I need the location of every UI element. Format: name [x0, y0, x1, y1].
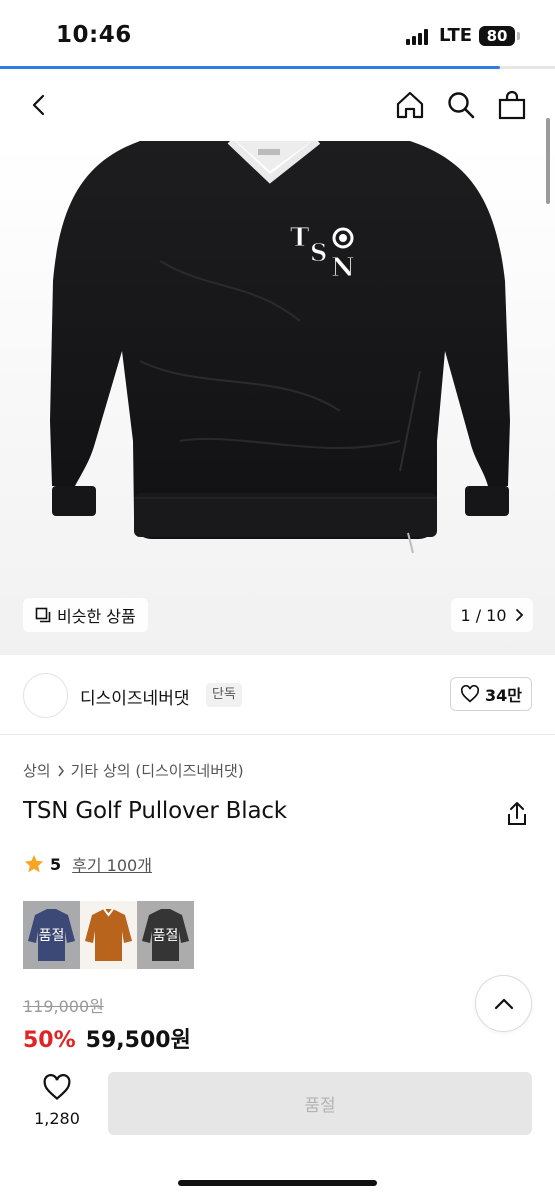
reviews-link[interactable]: 후기 100개 [72, 852, 152, 876]
product-image-carousel[interactable]: T S N 비슷한 상품 1 / 10 [0, 141, 555, 655]
seller-row[interactable]: 디스이즈네버댓 단독 34만 [0, 656, 555, 734]
exclusive-badge: 단독 [206, 683, 242, 707]
chevron-right-icon [515, 609, 523, 621]
price-row: 50% 59,500원 [23, 1022, 191, 1054]
battery-icon: 80 [479, 26, 520, 46]
svg-text:T: T [290, 223, 310, 253]
color-option-black[interactable]: 품절 [137, 901, 194, 969]
avatar[interactable] [23, 673, 68, 718]
top-navigation [0, 69, 555, 141]
image-counter-button[interactable]: 1 / 10 [451, 598, 533, 632]
home-icon[interactable] [390, 85, 430, 125]
heart-icon [460, 685, 480, 703]
cellular-signal-icon [406, 29, 430, 45]
discount-rate: 50% [23, 1028, 76, 1053]
seller-name[interactable]: 디스이즈네버댓 [80, 684, 189, 709]
breadcrumb: 상의 기타 상의 (디스이즈네버댓) [23, 760, 244, 781]
share-icon[interactable] [503, 800, 531, 828]
svg-text:N: N [331, 253, 355, 283]
network-type: LTE [439, 25, 473, 46]
home-indicator [178, 1180, 377, 1186]
buy-button-sold-out[interactable]: 품절 [108, 1072, 532, 1135]
svg-text:S: S [310, 238, 327, 267]
sold-out-label: 품절 [137, 901, 194, 969]
color-option-navy[interactable]: 품절 [23, 901, 80, 969]
product-title: TSN Golf Pullover Black [23, 798, 287, 824]
color-option-brown[interactable] [80, 901, 137, 969]
product-photo-pullover: T S N [50, 141, 510, 554]
scroll-to-top-button[interactable] [475, 975, 532, 1032]
breadcrumb-category[interactable]: 상의 [23, 760, 51, 781]
rating-row: 5 후기 100개 [23, 852, 152, 876]
product-like-button[interactable]: 1,280 [23, 1074, 91, 1128]
chevron-right-icon [58, 765, 64, 776]
divider [0, 734, 555, 735]
original-price: 119,000원 [23, 997, 104, 1016]
copy-icon [35, 607, 51, 623]
scrollbar-thumb[interactable] [546, 118, 550, 204]
sale-price: 59,500원 [85, 1028, 191, 1053]
brand-like-button[interactable]: 34만 [450, 677, 532, 711]
star-icon [24, 854, 44, 873]
sold-out-label: 품절 [23, 901, 80, 969]
status-time: 10:46 [56, 22, 132, 48]
brand-like-count: 34만 [485, 686, 522, 705]
product-like-count: 1,280 [34, 1109, 80, 1128]
heart-icon [43, 1074, 71, 1101]
bag-icon[interactable] [492, 85, 532, 125]
back-icon[interactable] [20, 85, 60, 125]
rating-score: 5 [50, 854, 62, 874]
chevron-up-icon [494, 998, 513, 1009]
similar-products-button[interactable]: 비슷한 상품 [23, 598, 148, 632]
search-icon[interactable] [441, 85, 481, 125]
similar-products-label: 비슷한 상품 [57, 607, 136, 626]
breadcrumb-subcategory[interactable]: 기타 상의 (디스이즈네버댓) [71, 760, 244, 781]
status-bar: 10:46 LTE 80 [0, 0, 555, 66]
image-counter: 1 / 10 [460, 605, 507, 625]
